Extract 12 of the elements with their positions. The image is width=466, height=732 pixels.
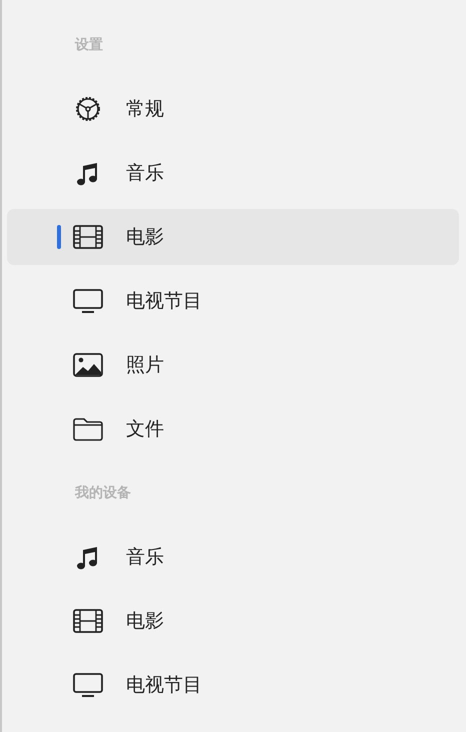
sidebar-item[interactable]: 常规 (7, 81, 459, 137)
sidebar-item[interactable]: 电影 (7, 593, 459, 649)
sidebar-item[interactable]: 电视节目 (7, 273, 459, 329)
sidebar-item[interactable]: 电视节目 (7, 657, 459, 713)
sidebar-item[interactable]: 文件 (7, 401, 459, 457)
section-header: 我的设备 (75, 484, 131, 502)
selection-indicator (57, 225, 61, 249)
section-header: 设置 (75, 36, 103, 54)
sidebar-item[interactable]: 电影 (7, 209, 459, 265)
sidebar-item[interactable]: 照片 (7, 337, 459, 393)
sidebar-item[interactable]: 音乐 (7, 145, 459, 201)
sidebar-item[interactable]: 音乐 (7, 529, 459, 585)
